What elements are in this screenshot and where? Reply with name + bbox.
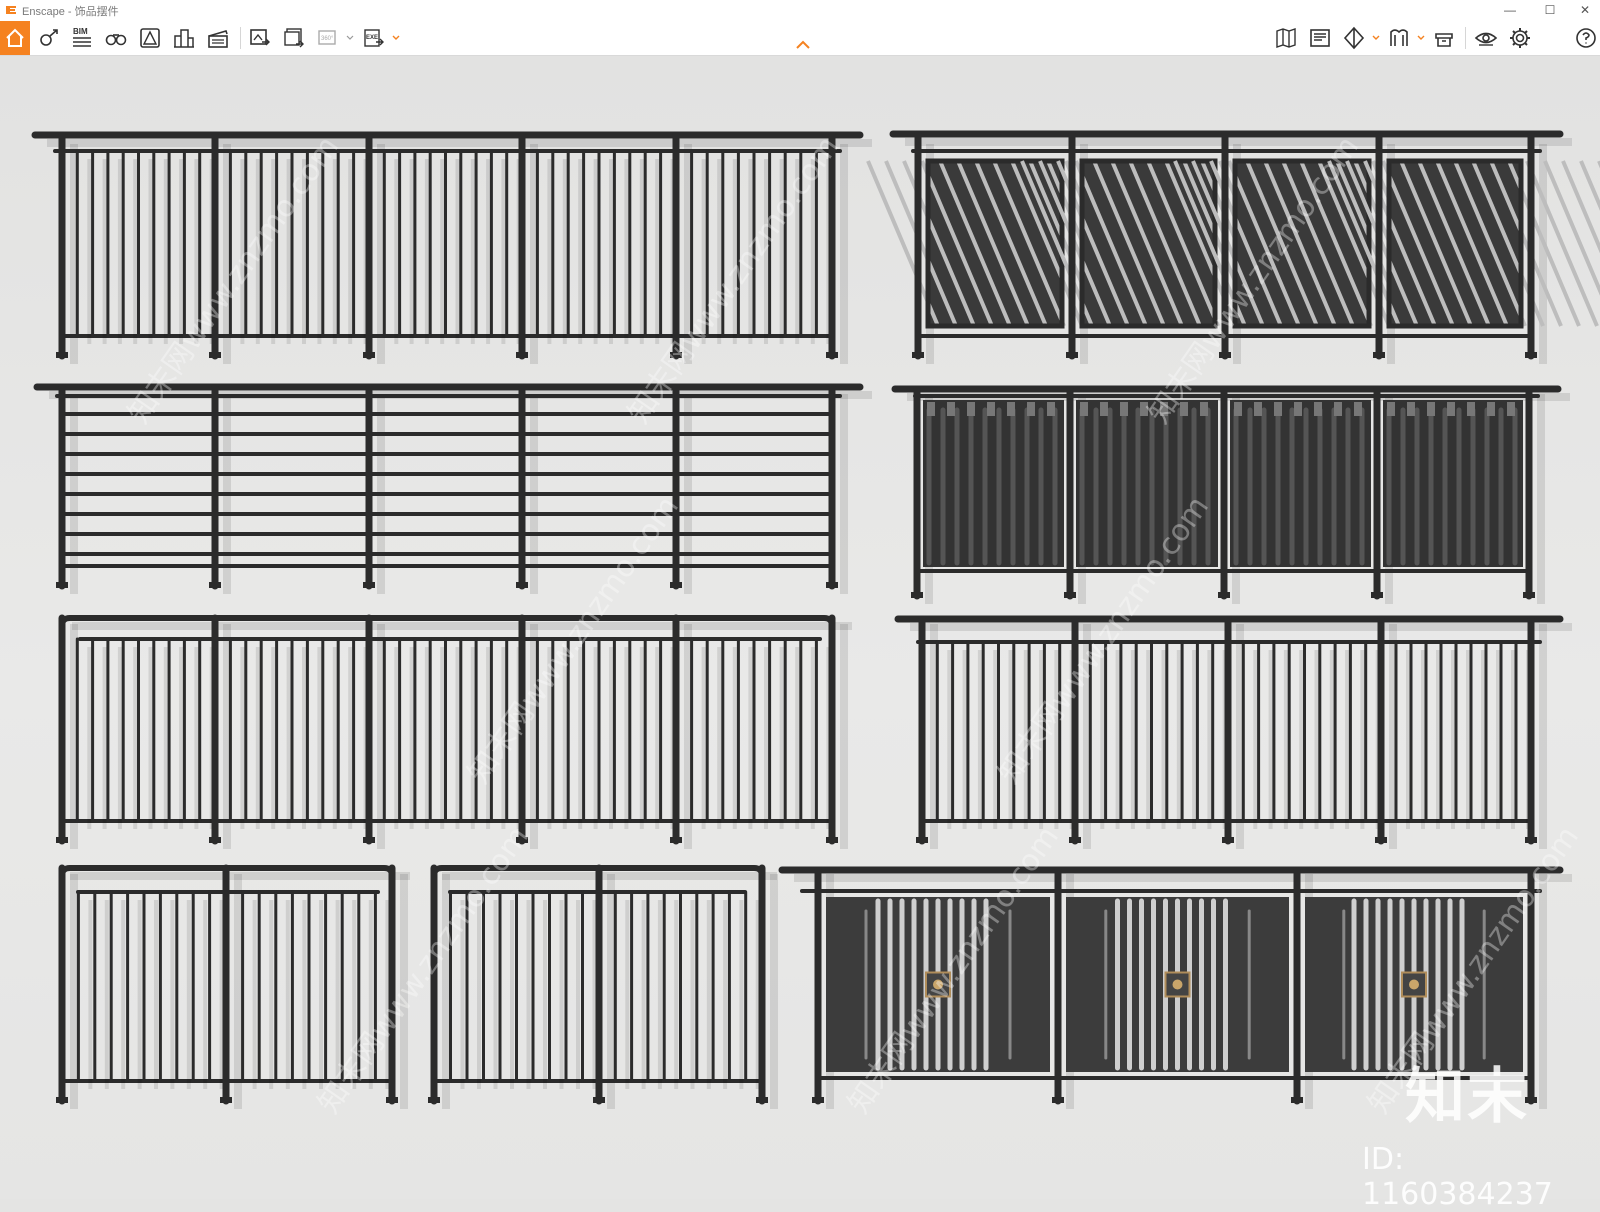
info-icon	[1310, 29, 1330, 47]
id-watermark: ID: 1160384237	[1362, 1142, 1553, 1212]
render-viewport[interactable]: 知末网www.znzmo.com 知末网www.znzmo.com 知末网www…	[0, 56, 1600, 1199]
export-exe-button[interactable]: EXE	[359, 23, 389, 53]
asset-library-button[interactable]	[135, 23, 165, 53]
atmosphere-icon	[1390, 29, 1408, 46]
minimize-button[interactable]: —	[1495, 0, 1525, 21]
info-panel-button[interactable]	[1305, 23, 1335, 53]
visual-settings-icon	[1474, 32, 1498, 46]
exe-label: EXE	[366, 35, 378, 41]
export-dropdown-chevron-icon[interactable]	[392, 33, 400, 43]
bim-label: BIM	[73, 27, 88, 36]
atmosphere-button[interactable]	[1384, 23, 1414, 53]
map-icon	[1276, 28, 1296, 48]
toolbar-divider	[1465, 27, 1466, 49]
buildings-icon	[174, 29, 194, 48]
batch-render-icon	[284, 28, 304, 48]
home-button[interactable]	[0, 21, 30, 55]
binoculars-button[interactable]	[101, 23, 131, 53]
settings-button[interactable]	[1505, 23, 1535, 53]
panorama-dropdown-chevron-icon[interactable]	[346, 33, 354, 43]
railing-vertical-2	[56, 614, 852, 849]
upload-icon	[1435, 33, 1453, 47]
video-editor-button[interactable]	[203, 23, 233, 53]
export-exe-icon: EXE	[364, 29, 384, 47]
brand-watermark: 知末	[1405, 1062, 1529, 1132]
map-button[interactable]	[1271, 23, 1301, 53]
views-icon	[40, 29, 58, 46]
bim-button[interactable]: BIM	[67, 23, 97, 53]
material-icon	[1343, 26, 1365, 50]
window-title: Enscape - 饰品摆件	[22, 6, 119, 18]
material-editor-button[interactable]	[1339, 23, 1369, 53]
maximize-button[interactable]: ☐	[1535, 0, 1565, 21]
render-image-icon	[250, 29, 270, 46]
help-icon	[1575, 28, 1596, 48]
asset-library-icon	[140, 28, 160, 48]
buildings-button[interactable]	[169, 23, 199, 53]
panorama-label: 360°	[321, 36, 334, 42]
views-button[interactable]	[34, 23, 64, 53]
upload-button[interactable]	[1429, 23, 1459, 53]
title-bar: Enscape - 饰品摆件 — ☐ ✕	[0, 0, 1600, 22]
railing-slat	[891, 385, 1570, 604]
railing-vertical-3	[894, 615, 1572, 849]
material-dropdown-chevron-icon[interactable]	[1372, 33, 1380, 43]
home-icon	[6, 28, 24, 47]
help-button[interactable]	[1571, 23, 1600, 53]
gear-icon	[1510, 28, 1530, 48]
close-button[interactable]: ✕	[1570, 0, 1600, 21]
binoculars-icon	[105, 34, 127, 46]
collapse-toolbar-chevron-icon[interactable]	[795, 39, 811, 51]
render-image-button[interactable]	[245, 23, 275, 53]
enscape-logo-icon	[6, 6, 16, 14]
video-editor-icon	[208, 30, 228, 48]
atmosphere-dropdown-chevron-icon[interactable]	[1417, 33, 1425, 43]
bim-icon: BIM	[73, 27, 91, 47]
railing-horizontal	[33, 383, 872, 594]
toolbar-divider	[240, 27, 241, 49]
panorama-icon: 360°	[318, 30, 336, 45]
panorama-button[interactable]: 360°	[313, 23, 343, 53]
visual-settings-button[interactable]	[1471, 23, 1501, 53]
batch-render-button[interactable]	[279, 23, 309, 53]
